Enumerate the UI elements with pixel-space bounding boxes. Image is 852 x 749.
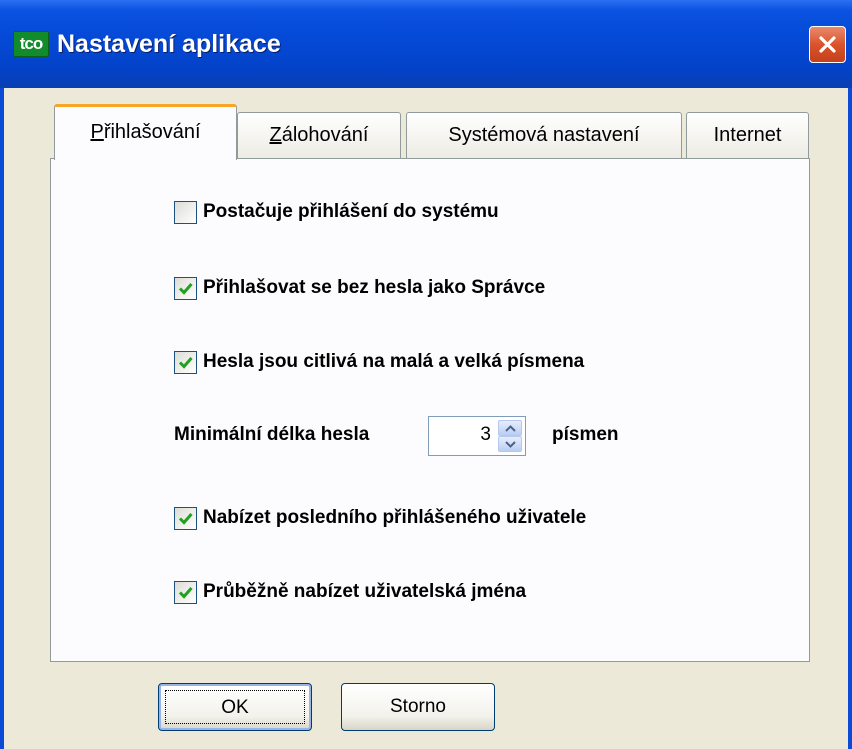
min-length-spinner[interactable]: 3 [428, 416, 526, 456]
option-label: Hesla jsou citlivá na malá a velká písme… [203, 351, 585, 372]
spinner-down-button[interactable] [498, 436, 522, 452]
min-length-unit: písmen [552, 424, 619, 445]
close-button[interactable] [809, 26, 846, 63]
spinner-up-button[interactable] [498, 420, 522, 436]
window-frame-right [848, 88, 852, 749]
checkbox-admin-no-password[interactable] [174, 276, 197, 300]
option-label: Přihlašovat se bez hesla jako Správce [203, 277, 546, 298]
option-label: Nabízet posledního přihlášeného uživatel… [203, 507, 587, 528]
tab-label: řihlašování [103, 121, 201, 143]
tab-label: Internet [713, 124, 782, 146]
checkbox-offer-usernames[interactable] [174, 580, 197, 604]
min-length-label: Minimální délka hesla [174, 424, 370, 445]
check-icon [178, 282, 193, 295]
option-case-sensitive[interactable]: Hesla jsou citlivá na malá a velká písme… [174, 348, 584, 376]
check-icon [178, 586, 193, 599]
window-title: Nastavení aplikace [57, 30, 281, 58]
option-system-login[interactable]: Postačuje přihlášení do systému [174, 198, 499, 226]
check-icon [178, 512, 193, 525]
ok-button-label: OK [165, 690, 305, 724]
ok-button[interactable]: OK [158, 683, 312, 731]
checkbox-system-login[interactable] [174, 200, 197, 224]
spinner-buttons [498, 420, 522, 452]
arrow-up-icon [505, 425, 516, 432]
option-offer-usernames[interactable]: Průběžně nabízet uživatelská jména [174, 578, 526, 606]
min-length-value[interactable]: 3 [480, 424, 491, 446]
tab-mnemonic: Z [269, 124, 282, 146]
option-label: Postačuje přihlášení do systému [203, 201, 499, 222]
option-admin-no-password[interactable]: Přihlašovat se bez hesla jako Správce [174, 274, 545, 302]
tab-systemova-nastaveni[interactable]: Systémová nastavení [406, 112, 682, 159]
tab-zalohovani[interactable]: Zálohování [237, 112, 401, 159]
checkbox-offer-last-user[interactable] [174, 506, 197, 530]
tab-mnemonic: P [90, 121, 104, 143]
cancel-button[interactable]: Storno [341, 683, 495, 731]
option-offer-last-user[interactable]: Nabízet posledního přihlášeného uživatel… [174, 504, 586, 532]
checkbox-case-sensitive[interactable] [174, 350, 197, 374]
arrow-down-icon [505, 441, 516, 448]
tab-prihlasovani[interactable]: Přihlašování [54, 104, 237, 160]
close-icon [819, 36, 836, 53]
tab-internet[interactable]: Internet [686, 112, 809, 159]
option-label: Průběžně nabízet uživatelská jména [203, 581, 527, 602]
tab-label: Systémová nastavení [448, 124, 640, 146]
tab-label: álohování [281, 124, 369, 146]
check-icon [178, 356, 193, 369]
title-bar[interactable]: tco Nastavení aplikace [0, 0, 852, 88]
settings-dialog: tco Nastavení aplikace Přihlašování Zálo… [0, 0, 852, 749]
window-frame-left [0, 88, 4, 749]
app-logo-icon: tco [13, 31, 49, 57]
